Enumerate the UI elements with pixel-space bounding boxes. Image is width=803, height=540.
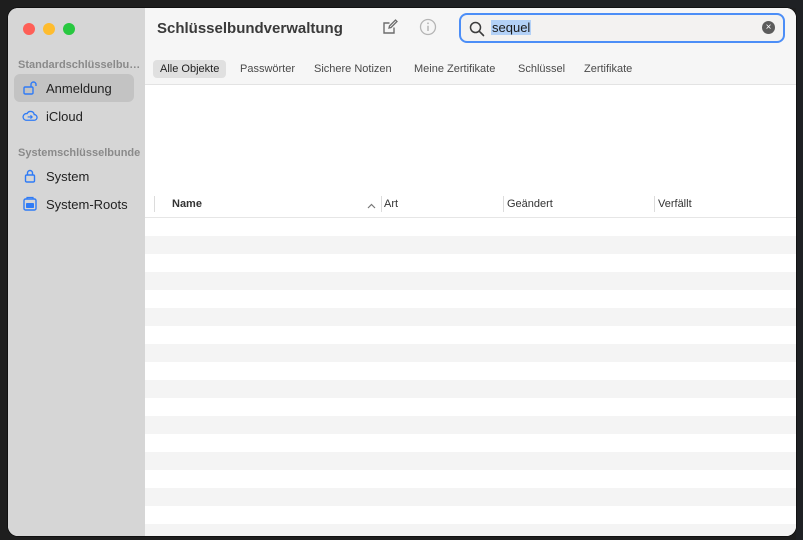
main-pane: Schlüsselbundverwaltung sequel × Alle Ob…: [145, 8, 796, 536]
table-row-empty: [145, 326, 796, 344]
table-row-empty: [145, 362, 796, 380]
category-tabs: Alle Objekte Passwörter Sichere Notizen …: [145, 54, 796, 85]
sidebar: Standardschlüsselbunde Anmeldung iCloud …: [8, 8, 145, 536]
search-icon: [469, 21, 485, 42]
table-row-empty: [145, 272, 796, 290]
new-item-button[interactable]: [378, 18, 402, 40]
lock-icon: [22, 168, 38, 184]
table-row-empty: [145, 434, 796, 452]
toolbar: Schlüsselbundverwaltung sequel ×: [145, 8, 796, 54]
table-row-empty: [145, 416, 796, 434]
table-header: Name Art Geändert Verfällt: [145, 191, 796, 218]
minimize-window-button[interactable]: [43, 23, 55, 35]
table-row-empty: [145, 452, 796, 470]
sidebar-item-icloud[interactable]: iCloud: [14, 102, 134, 130]
table-row-empty: [145, 218, 796, 236]
table-row-empty: [145, 470, 796, 488]
background-window: [340, 0, 803, 8]
cloud-icon: [22, 108, 38, 124]
info-icon: [419, 18, 437, 41]
sidebar-section-system-keychains: Systemschlüsselbunde: [18, 147, 141, 159]
column-header-geaendert[interactable]: Geändert: [507, 191, 553, 217]
zoom-window-button[interactable]: [63, 23, 75, 35]
column-header-verfaellt[interactable]: Verfällt: [658, 191, 692, 217]
table-row-empty: [145, 398, 796, 416]
search-input[interactable]: sequel: [491, 20, 532, 35]
table-row-empty: [145, 254, 796, 272]
tab-schluessel[interactable]: Schlüssel: [511, 60, 572, 78]
column-divider: [154, 196, 155, 212]
close-window-button[interactable]: [23, 23, 35, 35]
sidebar-item-label: System: [46, 168, 90, 184]
clear-search-icon[interactable]: ×: [762, 21, 775, 34]
sidebar-item-anmeldung[interactable]: Anmeldung: [14, 74, 134, 102]
keychain-window: Standardschlüsselbunde Anmeldung iCloud …: [8, 8, 796, 536]
table-row-empty: [145, 344, 796, 362]
sidebar-item-label: Anmeldung: [46, 80, 112, 96]
tab-passwoerter[interactable]: Passwörter: [233, 60, 302, 78]
table-row-empty: [145, 380, 796, 398]
window-title: Schlüsselbundverwaltung: [157, 20, 343, 37]
sidebar-item-label: iCloud: [46, 108, 83, 124]
sidebar-item-label: System-Roots: [46, 196, 128, 212]
sidebar-item-system-roots[interactable]: System-Roots: [14, 190, 134, 218]
sidebar-section-default-keychains: Standardschlüsselbunde: [18, 59, 143, 71]
table-row-empty: [145, 236, 796, 254]
table-row-empty: [145, 308, 796, 326]
table-row-empty: [145, 524, 796, 536]
search-field[interactable]: sequel ×: [459, 13, 785, 43]
lock-open-icon: [22, 80, 38, 96]
column-divider: [654, 196, 655, 212]
tab-meine-zertifikate[interactable]: Meine Zertifikate: [407, 60, 502, 78]
info-button[interactable]: [416, 18, 440, 40]
table-row-empty: [145, 506, 796, 524]
sort-ascending-icon: [367, 198, 376, 216]
cabinet-icon: [22, 196, 38, 212]
column-divider: [381, 196, 382, 212]
table-row-empty: [145, 290, 796, 308]
tab-alle-objekte[interactable]: Alle Objekte: [153, 60, 227, 78]
column-divider: [503, 196, 504, 212]
table-body: [145, 218, 796, 536]
table-row-empty: [145, 488, 796, 506]
compose-icon: [381, 18, 399, 41]
tab-sichere-notizen[interactable]: Sichere Notizen: [307, 60, 399, 78]
sidebar-item-system[interactable]: System: [14, 162, 134, 190]
tab-zertifikate[interactable]: Zertifikate: [577, 60, 639, 78]
column-header-name[interactable]: Name: [172, 191, 202, 217]
background-window-edge: [796, 0, 803, 540]
column-header-art[interactable]: Art: [384, 191, 398, 217]
